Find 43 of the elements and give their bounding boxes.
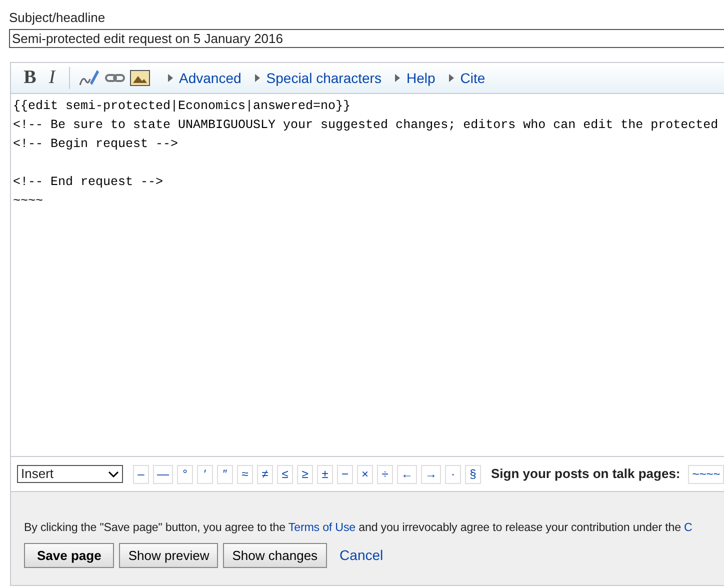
- special-character-button[interactable]: ×: [357, 464, 373, 484]
- special-character-button[interactable]: ≥: [297, 464, 313, 484]
- form-button[interactable]: Show preview: [119, 543, 218, 568]
- special-character-button[interactable]: ″: [217, 464, 233, 484]
- signature-field[interactable]: ~~~~: [688, 464, 724, 484]
- special-character-button[interactable]: °: [177, 464, 193, 484]
- special-character-button[interactable]: —: [153, 464, 173, 484]
- subject-field[interactable]: Semi-protected edit request on 5 January 2016: [9, 29, 724, 48]
- special-character-button[interactable]: ≈: [237, 464, 253, 484]
- special-character-button[interactable]: ±: [317, 464, 333, 484]
- special-character-button[interactable]: –: [133, 464, 149, 484]
- triangle-icon: [255, 74, 260, 82]
- license-link[interactable]: C: [684, 521, 692, 534]
- special-character-button[interactable]: ÷: [377, 464, 393, 484]
- cancel-link[interactable]: Cancel: [332, 543, 392, 568]
- special-character-button[interactable]: ′: [197, 464, 213, 484]
- special-character-button[interactable]: ←: [397, 464, 417, 484]
- special-character-button[interactable]: §: [465, 464, 481, 484]
- triangle-icon: [168, 74, 173, 82]
- toolbar-menu-link[interactable]: Cite: [449, 68, 486, 88]
- wikitext-editor[interactable]: {{edit semi-protected|Economics|answered=no}} <!-- Be sure to state UNAMBIGUOUSLY your suggested changes; editors who can edit the protected <!-- Begin request --> <!-- End request --> ~~~~: [11, 94, 724, 456]
- triangle-icon: [449, 74, 454, 82]
- form-button[interactable]: Save page: [24, 543, 114, 568]
- special-character-button[interactable]: ≠: [257, 464, 273, 484]
- special-character-button[interactable]: ·: [445, 464, 461, 484]
- special-character-button[interactable]: →: [421, 464, 441, 484]
- license-notice: By clicking the "Save page" button, you agree to the Terms of Use and you irrevocably agree to release your contribution under the C: [24, 520, 694, 536]
- toolbar-menu-link[interactable]: Advanced: [168, 68, 242, 88]
- toolbar-menu-link[interactable]: Help: [395, 68, 436, 88]
- subject-label: Subject/headline: [9, 10, 106, 26]
- special-character-button[interactable]: ≤: [277, 464, 293, 484]
- form-button[interactable]: Show changes: [223, 543, 327, 568]
- caret-icon: [108, 470, 119, 478]
- triangle-icon: [395, 74, 400, 82]
- toolbar-menu-link[interactable]: Special characters: [255, 68, 382, 88]
- bold-button[interactable]: B: [19, 67, 41, 89]
- terms-link[interactable]: Terms of Use: [288, 521, 356, 534]
- italic-button[interactable]: I: [41, 67, 63, 89]
- special-character-button[interactable]: −: [337, 464, 353, 484]
- link-icon[interactable]: [105, 73, 125, 83]
- sign-label: Sign your posts on talk pages:: [491, 465, 680, 484]
- image-icon[interactable]: [130, 70, 150, 86]
- insert-select[interactable]: Insert: [17, 465, 123, 483]
